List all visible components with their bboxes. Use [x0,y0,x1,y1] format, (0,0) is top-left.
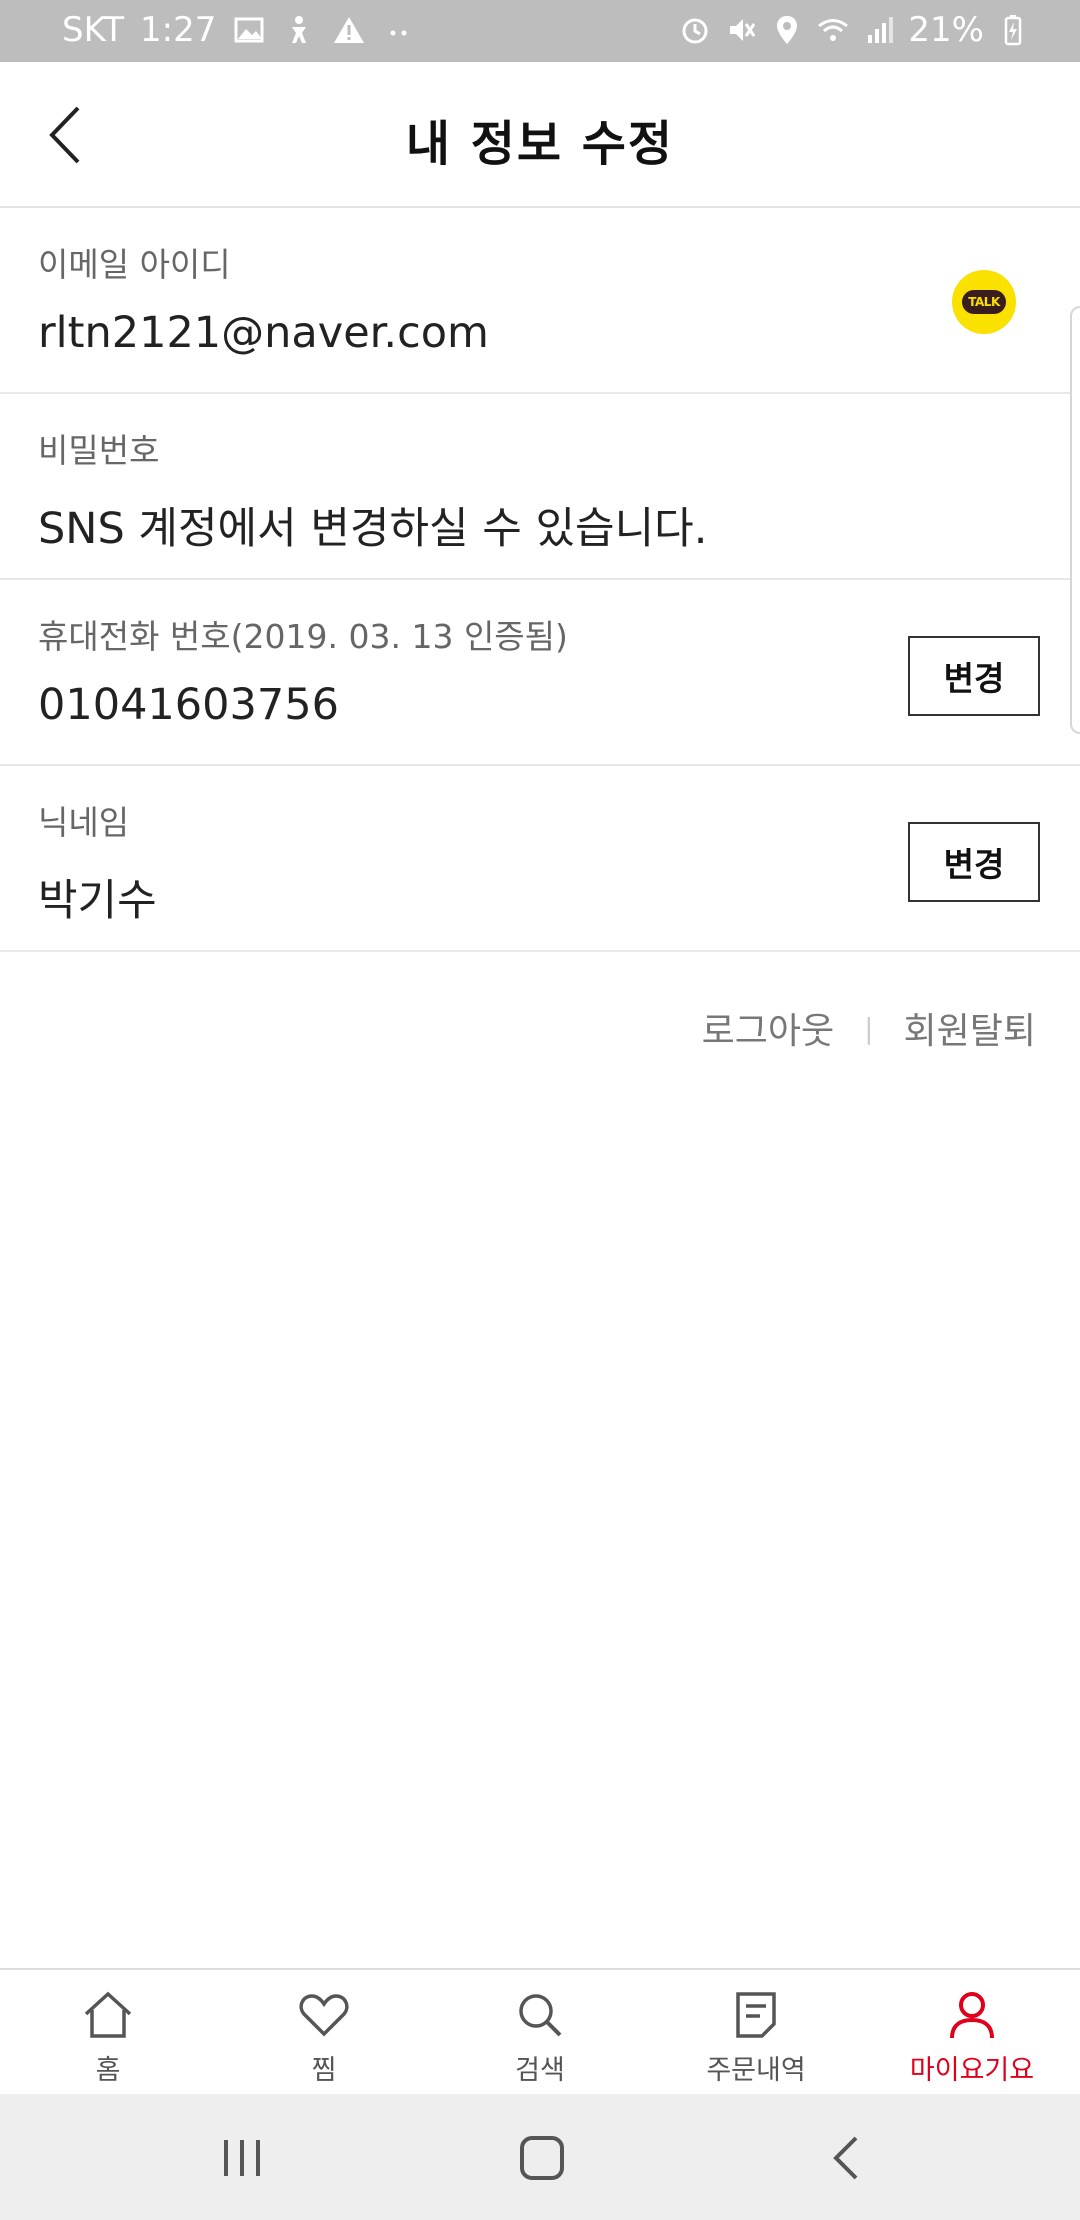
side-panel-handle[interactable] [1070,306,1080,734]
nav-item-orders[interactable]: 주문내역 [648,1970,864,2094]
kakao-talk-text: TALK [962,290,1006,314]
account-links: 로그아웃 | 회원탈퇴 [702,1002,1036,1054]
nav-item-search[interactable]: 검색 [432,1970,648,2094]
kakao-talk-icon: TALK [952,270,1016,334]
nav-item-my-yogiyo[interactable]: 마이요기요 [864,1970,1080,2094]
email-value: rltn2121@naver.com [38,308,489,358]
nav-label-favorites: 찜 [311,2055,337,2086]
nav-label-home: 홈 [95,2055,121,2086]
battery-percent: 21% [908,10,984,50]
link-separator: | [864,1011,874,1045]
home-square-icon [520,2136,564,2180]
home-icon [84,1991,132,2038]
nav-label-my-yogiyo: 마이요기요 [909,2055,1035,2086]
nav-item-favorites[interactable]: 찜 [216,1970,432,2094]
phone-change-button[interactable]: 변경 [908,636,1040,716]
carrier: SKT [62,10,125,50]
back-arrow-icon [833,2136,858,2180]
logout-link[interactable]: 로그아웃 [702,1002,834,1054]
wifi-icon [818,19,849,41]
nickname-change-button[interactable]: 변경 [908,822,1040,902]
recent-apps-icon [224,2140,260,2176]
phone-row: 휴대전화 번호(2019. 03. 13 인증됨) 01041603756 변경 [0,580,1080,766]
nickname-label: 닉네임 [38,803,130,842]
screen: SKT 1:27 21% 내 정보 수정 이메일 아이디 rltn2121@na… [0,0,1080,2220]
status-bar: SKT 1:27 21% [0,0,1080,62]
more-dots-icon [390,30,407,36]
phone-label: 휴대전화 번호(2019. 03. 13 인증됨) [38,617,568,656]
battery-charging-icon [1004,15,1022,46]
mute-icon [730,19,756,41]
password-label: 비밀번호 [38,431,160,470]
bottom-nav: 홈 찜 검색 주문내역 마이요기요 [0,1968,1080,2094]
email-label: 이메일 아이디 [38,245,231,284]
withdraw-link[interactable]: 회원탈퇴 [904,1002,1036,1054]
accessibility-icon [292,16,307,43]
phone-value: 01041603756 [38,680,339,730]
recent-apps-button[interactable] [212,2130,272,2186]
image-icon [234,17,264,43]
nav-label-search: 검색 [515,2055,565,2086]
header: 내 정보 수정 [0,62,1080,208]
page-title: 내 정보 수정 [405,116,675,172]
nickname-value: 박기수 [38,876,157,926]
location-icon [777,16,798,44]
receipt-icon [736,1992,776,2038]
warning-icon [334,17,365,43]
home-system-button[interactable] [512,2130,572,2186]
heart-icon [299,1994,349,2037]
alarm-icon [682,18,708,44]
nav-label-orders: 주문내역 [706,2055,806,2086]
password-row: 비밀번호 SNS 계정에서 변경하실 수 있습니다. [0,394,1080,580]
nav-item-home[interactable]: 홈 [0,1970,216,2094]
password-value: SNS 계정에서 변경하실 수 있습니다. [38,504,708,554]
system-back-button[interactable] [818,2130,878,2186]
search-icon [519,1994,562,2037]
email-row: 이메일 아이디 rltn2121@naver.com TALK [0,208,1080,394]
clock: 1:27 [140,10,217,50]
signal-icon [868,17,894,43]
system-nav-bar [0,2094,1080,2220]
person-icon [950,1992,994,2039]
nickname-row: 닉네임 박기수 변경 [0,766,1080,952]
